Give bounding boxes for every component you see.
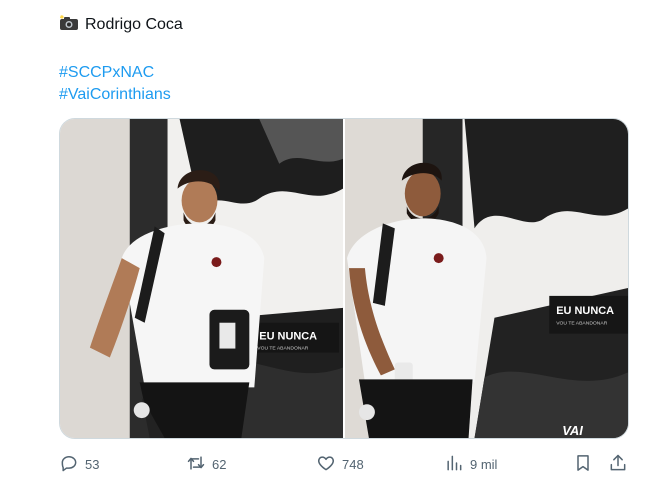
hashtag-sccpxnac[interactable]: #SCCPxNAC xyxy=(59,62,639,84)
hashtag-vaicorinthians[interactable]: #VaiCorinthians xyxy=(59,84,639,106)
share-button[interactable] xyxy=(608,450,628,478)
banner-text: EU NUNCA xyxy=(556,305,614,317)
reply-icon xyxy=(59,453,79,476)
bookmark-icon xyxy=(573,453,593,476)
tweet-body: Rodrigo Coca #SCCPxNAC #VaiCorinthians xyxy=(59,14,639,106)
tweet-media-grid: EU NUNCA VOU TE ABANDONAR EU NUNCA VOU T… xyxy=(59,118,629,439)
tweet-photo-1[interactable]: EU NUNCA VOU TE ABANDONAR xyxy=(60,119,343,438)
repost-icon xyxy=(186,453,206,476)
camera-flash-icon xyxy=(59,15,79,31)
bookmark-button[interactable] xyxy=(573,450,593,478)
tweet-action-bar: 53 62 748 9 mil xyxy=(59,450,634,478)
reply-button[interactable]: 53 xyxy=(59,450,99,478)
like-button[interactable]: 748 xyxy=(316,450,364,478)
hashtag-list: #SCCPxNAC #VaiCorinthians xyxy=(59,62,639,106)
heart-icon xyxy=(316,453,336,476)
tweet-author-text: Rodrigo Coca xyxy=(85,16,183,33)
repost-button[interactable]: 62 xyxy=(186,450,226,478)
banner-subtext: VOU TE ABANDONAR xyxy=(556,321,607,327)
repost-count: 62 xyxy=(212,456,227,472)
views-count: 9 mil xyxy=(470,456,498,472)
views-chart-icon xyxy=(444,453,464,476)
tweet-photo-2[interactable]: EU NUNCA VOU TE ABANDONAR VAI xyxy=(345,119,628,438)
banner-subtext: VOU TE ABANDONAR xyxy=(257,346,308,352)
like-count: 748 xyxy=(342,456,364,472)
tweet-text-line: Rodrigo Coca xyxy=(59,14,639,36)
banner-text: EU NUNCA xyxy=(259,331,317,343)
wall-text-vai: VAI xyxy=(562,423,583,438)
share-icon xyxy=(608,453,628,476)
views-button[interactable]: 9 mil xyxy=(444,450,497,478)
reply-count: 53 xyxy=(85,456,100,472)
